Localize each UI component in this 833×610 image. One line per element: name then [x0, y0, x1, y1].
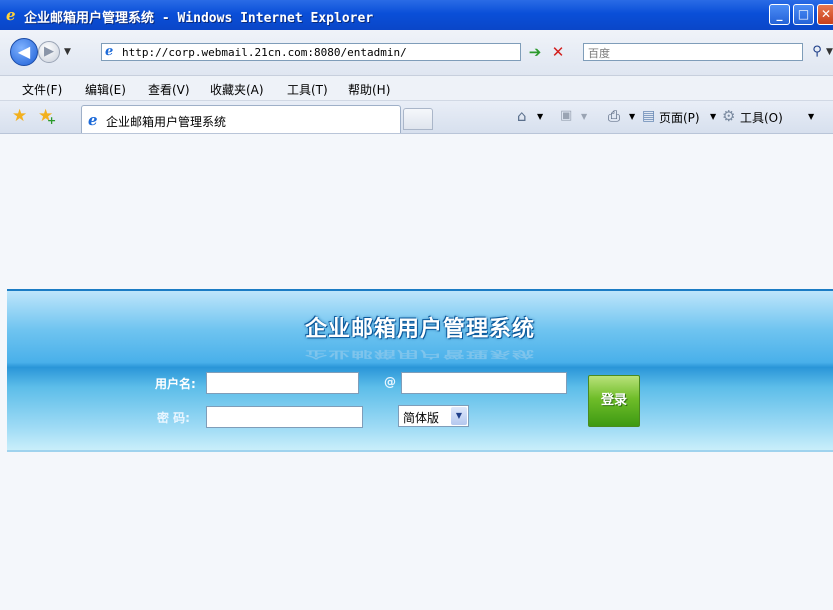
add-favorites-icon[interactable]: ★: [38, 107, 57, 130]
home-icon[interactable]: ⌂: [517, 107, 527, 125]
language-selected-value: 简体版: [403, 411, 440, 425]
maximize-button[interactable]: □: [793, 4, 814, 25]
tools-gear-icon: ⚙: [722, 107, 736, 125]
page-content: 企业邮箱用户管理系统 企业邮箱用户管理系统 用户名: @ 密 码: 简体版 ▼ …: [7, 134, 833, 610]
forward-button[interactable]: ▶: [38, 41, 60, 63]
minimize-button[interactable]: _: [769, 4, 790, 25]
page-icon: ▤: [642, 108, 656, 124]
page-dropdown-icon[interactable]: ▼: [710, 112, 716, 121]
navigation-bar: ◀ ▶ ▼ ℯ http://corp.webmail.21cn.com:808…: [0, 30, 833, 76]
search-icon[interactable]: ⚲: [808, 43, 826, 61]
feeds-icon[interactable]: ▣: [560, 107, 572, 125]
tab-label: 企业邮箱用户管理系统: [106, 115, 227, 129]
username-label: 用户名:: [155, 377, 196, 391]
login-banner: 企业邮箱用户管理系统 企业邮箱用户管理系统: [7, 289, 833, 452]
ie-logo-icon: ℯ: [6, 6, 16, 24]
tab-ie-icon: ℯ: [88, 111, 98, 129]
system-title-reflection: 企业邮箱用户管理系统: [304, 348, 535, 360]
search-placeholder: 百度: [588, 47, 610, 60]
search-input[interactable]: 百度: [583, 43, 803, 61]
tab-toolbar: ★ ★ ℯ 企业邮箱用户管理系统 ⌂ ▼ ▣ ▼ ⎙ ▼ ▤ 页面(P) ▼ ⚙…: [0, 101, 833, 134]
password-input[interactable]: [206, 406, 363, 428]
address-field[interactable]: ℯ http://corp.webmail.21cn.com:8080/enta…: [101, 43, 620, 61]
close-button[interactable]: ✕: [817, 4, 833, 25]
menu-edit[interactable]: 编辑(E): [85, 81, 126, 98]
at-symbol: @: [384, 375, 396, 389]
recent-pages-dropdown-icon[interactable]: ▼: [64, 47, 71, 57]
go-arrow-icon[interactable]: ➔: [526, 43, 544, 61]
feeds-dropdown-icon[interactable]: ▼: [581, 112, 587, 121]
new-tab-button[interactable]: [403, 108, 433, 130]
menu-view[interactable]: 查看(V): [148, 81, 190, 98]
search-options-dropdown-icon[interactable]: ▼: [826, 47, 833, 57]
chevron-down-icon[interactable]: ▼: [451, 407, 467, 425]
stop-icon[interactable]: ✕: [549, 43, 567, 61]
menu-bar: 文件(F) 编辑(E) 查看(V) 收藏夹(A) 工具(T) 帮助(H): [0, 76, 833, 101]
address-url[interactable]: http://corp.webmail.21cn.com:8080/entadm…: [122, 46, 407, 59]
menu-tools[interactable]: 工具(T): [287, 81, 328, 98]
menu-file[interactable]: 文件(F): [22, 81, 62, 98]
tab-current[interactable]: ℯ 企业邮箱用户管理系统: [81, 105, 401, 133]
print-icon[interactable]: ⎙: [608, 107, 620, 125]
tools-dropdown-icon[interactable]: ▼: [808, 112, 814, 121]
print-dropdown-icon[interactable]: ▼: [629, 112, 635, 121]
tools-menu[interactable]: 工具(O): [740, 109, 783, 126]
banner-top-line: [7, 289, 833, 291]
language-select[interactable]: 简体版 ▼: [398, 405, 469, 427]
system-title: 企业邮箱用户管理系统: [304, 316, 535, 342]
domain-input[interactable]: [401, 372, 567, 394]
favorites-star-icon[interactable]: ★: [12, 107, 27, 125]
username-input[interactable]: [206, 372, 359, 394]
home-dropdown-icon[interactable]: ▼: [537, 112, 543, 121]
window-title: 企业邮箱用户管理系统 - Windows Internet Explorer: [24, 11, 374, 26]
page-menu[interactable]: 页面(P): [659, 109, 700, 126]
page-ie-icon: ℯ: [105, 44, 114, 59]
login-button[interactable]: 登录: [588, 375, 640, 427]
banner-bottom-line: [7, 450, 833, 452]
menu-favorites[interactable]: 收藏夹(A): [210, 81, 264, 98]
password-label: 密 码:: [157, 411, 190, 425]
window-title-bar: ℯ 企业邮箱用户管理系统 - Windows Internet Explorer…: [0, 0, 833, 30]
back-button[interactable]: ◀: [10, 38, 38, 66]
menu-help[interactable]: 帮助(H): [348, 81, 390, 98]
